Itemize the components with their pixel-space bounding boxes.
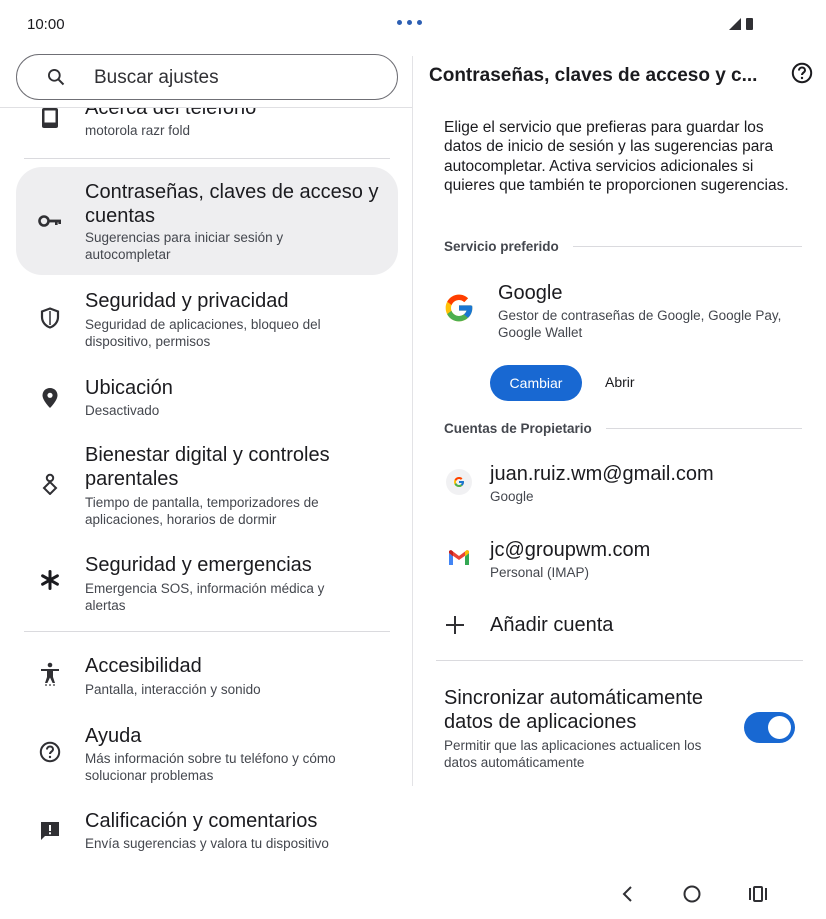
add-account-label: Añadir cuenta [490,614,614,636]
phone-icon [38,106,62,130]
gmail-icon [444,543,474,573]
settings-item-subtitle: Pantalla, interacción y sonido [85,682,261,697]
settings-item-title: Bienestar digital y controles parentales [85,444,330,490]
section-divider [573,246,802,247]
settings-item-subtitle: Tiempo de pantalla, temporizadores de ap… [85,495,319,527]
sync-title: Sincronizar automáticamente datos de apl… [444,687,704,733]
key-icon [38,209,62,233]
settings-item-subtitle: Desactivado [85,403,160,418]
more-dots-icon[interactable] [397,20,422,25]
signal-battery-icon [729,18,753,30]
section-header-accounts: Cuentas de Propietario [444,421,592,436]
settings-item-location[interactable]: Ubicación Desactivado [16,370,398,426]
help-icon[interactable] [791,62,813,84]
settings-item-subtitle: Sugerencias para iniciar sesión y autoco… [85,230,284,262]
settings-item-title: Ubicación [85,377,173,399]
section-divider [606,428,802,429]
location-pin-icon [38,386,62,410]
open-button[interactable]: Abrir [605,374,635,390]
toggle-knob [768,716,791,739]
wellbeing-icon [38,472,62,496]
list-divider [24,631,390,632]
section-header-preferred: Servicio preferido [444,239,559,254]
settings-item-title: Seguridad y emergencias [85,554,312,576]
settings-item-accessibility[interactable]: Accesibilidad Pantalla, interacción y so… [16,650,398,706]
settings-item-subtitle: Envía sugerencias y valora tu dispositiv… [85,836,329,851]
sync-subtitle: Permitir que las aplicaciones actualicen… [444,738,702,770]
settings-item-subtitle: Seguridad de aplicaciones, bloqueo del d… [85,317,321,349]
settings-item-title: Seguridad y privacidad [85,290,289,312]
settings-item-digital-wellbeing[interactable]: Bienestar digital y controles parentales… [16,440,398,536]
recents-icon[interactable] [745,882,771,906]
settings-item-title: Accesibilidad [85,655,202,677]
preferred-service-subtitle: Gestor de contraseñas de Google, Google … [498,308,782,340]
status-time: 10:00 [27,16,65,33]
search-input[interactable]: Buscar ajustes [16,54,398,100]
preferred-service-name: Google [498,282,563,304]
shield-icon [38,306,62,330]
google-logo-icon [445,294,473,322]
detail-pane: Contraseñas, claves de acceso y c... Eli… [413,48,826,868]
settings-item-subtitle: Más información sobre tu teléfono y cómo… [85,751,336,783]
settings-item-title: Contraseñas, claves de acceso y cuentas [85,181,379,227]
accessibility-icon [38,662,62,686]
sync-toggle[interactable] [744,712,795,743]
navigation-bar [0,868,826,919]
description-text: Elige el servicio que prefieras para gua… [444,119,789,194]
status-bar: 10:00 [0,0,826,48]
search-placeholder: Buscar ajustes [94,67,219,88]
account-email: juan.ruiz.wm@gmail.com [490,463,714,485]
account-type: Google [490,489,534,504]
settings-item-title: Ayuda [85,725,142,747]
back-icon[interactable] [614,882,640,906]
asterisk-icon [38,568,62,592]
settings-item-passwords-accounts[interactable]: Contraseñas, claves de acceso y cuentas … [16,167,398,275]
account-email: jc@groupwm.com [490,539,651,561]
list-divider [24,158,390,159]
search-icon [48,69,65,86]
feedback-icon [38,819,62,843]
settings-item-security-privacy[interactable]: Seguridad y privacidad Seguridad de apli… [16,284,398,354]
settings-list-pane: Buscar ajustes Acerca del teléfono motor… [0,48,412,868]
change-button[interactable]: Cambiar [490,365,582,401]
plus-icon [446,616,464,634]
home-icon[interactable] [679,882,705,906]
google-icon [444,467,474,497]
page-title: Contraseñas, claves de acceso y c... [429,65,758,86]
settings-item-help[interactable]: Ayuda Más información sobre tu teléfono … [16,720,398,788]
settings-item-feedback[interactable]: Calificación y comentarios Envía sugeren… [16,804,398,860]
settings-item-subtitle: Emergencia SOS, información médica y ale… [85,581,325,613]
settings-item-subtitle: motorola razr fold [85,123,191,138]
settings-item-safety-emergency[interactable]: Seguridad y emergencias Emergencia SOS, … [16,550,398,624]
account-type: Personal (IMAP) [490,565,590,580]
settings-item-title: Calificación y comentarios [85,810,318,832]
help-icon [38,740,62,764]
section-divider [436,660,803,661]
